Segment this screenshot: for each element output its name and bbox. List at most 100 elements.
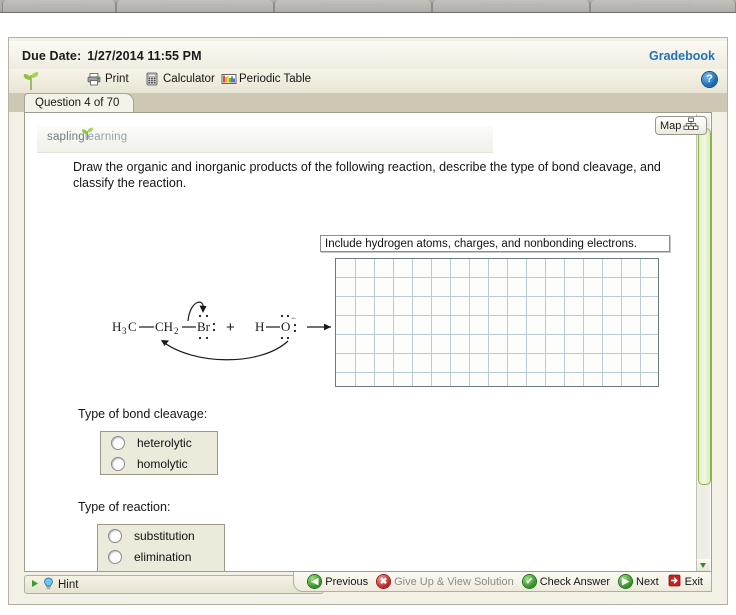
tab-question[interactable]: Question 4 of 70 — [24, 93, 135, 112]
grid-line-vertical — [526, 259, 527, 386]
due-date: Due Date: 1/27/2014 11:55 PM — [22, 49, 202, 63]
next-button[interactable]: ▶ Next — [619, 575, 659, 588]
question-tab-row: Question 4 of 70 — [9, 93, 727, 112]
svg-text:−: − — [291, 313, 296, 323]
window-header: Due Date: 1/27/2014 11:55 PM Gradebook — [9, 41, 727, 69]
radio-option-homolytic[interactable]: homolytic — [101, 453, 217, 474]
printer-icon — [87, 72, 101, 86]
chevron-down-icon — [700, 563, 706, 568]
check-answer-label: Check Answer — [539, 575, 611, 588]
hint-button[interactable]: Hint — [24, 575, 324, 594]
reaction-scheme: H 3 C CH 2 Br + H O − — [112, 301, 331, 361]
give-up-label: Give Up & View Solution — [394, 575, 514, 588]
toolbar-item-periodic-table[interactable]: Periodic Table — [221, 72, 311, 86]
site-map-icon — [683, 117, 699, 134]
toolbar-item-label: Periodic Table — [239, 73, 312, 85]
radio-label: elimination — [134, 549, 192, 564]
grid-line-vertical — [431, 259, 432, 386]
reaction-type-label: Type of reaction: — [78, 500, 171, 514]
grid-line-horizontal — [336, 296, 658, 297]
browser-tab[interactable] — [116, 0, 274, 12]
scrollbar-thumb[interactable] — [698, 128, 711, 485]
help-circle-icon[interactable] — [702, 71, 717, 87]
hint-label: Hint — [58, 578, 79, 591]
action-bar: Hint ◀ Previous ✖ Give Up & View Solutio… — [24, 572, 712, 594]
browser-tab[interactable] — [432, 0, 590, 12]
check-answer-button[interactable]: ✔ Check Answer — [522, 575, 611, 588]
svg-text:2: 2 — [174, 326, 179, 336]
grid-line-vertical — [488, 259, 489, 386]
svg-text:+: + — [226, 319, 235, 336]
next-label: Next — [636, 575, 659, 588]
svg-text:H: H — [112, 319, 121, 334]
browser-tab[interactable] — [2, 0, 116, 12]
map-button-label: Map — [660, 119, 682, 132]
window-footer — [9, 594, 727, 604]
reaction-type-group: substitution elimination addition — [97, 524, 225, 571]
browser-tab[interactable] — [590, 0, 736, 12]
radio-button[interactable] — [108, 528, 122, 543]
question-prompt: Draw the organic and inorganic products … — [73, 160, 661, 190]
lightbulb-icon — [43, 577, 54, 593]
grid-line-vertical — [621, 259, 622, 386]
radio-option-elimination[interactable]: elimination — [98, 546, 224, 567]
back-circle-icon: ◀ — [308, 575, 322, 588]
calculator-icon — [145, 72, 159, 86]
pane-scrollbar[interactable] — [696, 114, 711, 571]
previous-button[interactable]: ◀ Previous — [308, 575, 368, 588]
grid-line-vertical — [545, 259, 546, 386]
grid-line-vertical — [374, 259, 375, 386]
drawing-grid-canvas[interactable] — [335, 258, 659, 387]
svg-text:H: H — [255, 319, 264, 334]
radio-button[interactable] — [108, 549, 122, 564]
scroll-down-button[interactable] — [697, 559, 710, 571]
svg-text:3: 3 — [122, 326, 127, 336]
radio-option-heterolytic[interactable]: heterolytic — [101, 432, 217, 453]
svg-text:C: C — [128, 319, 137, 334]
grid-line-vertical — [564, 259, 565, 386]
reaction-arrow — [307, 323, 331, 331]
grid-line-vertical — [583, 259, 584, 386]
radio-label: homolytic — [137, 456, 188, 471]
grid-line-vertical — [393, 259, 394, 386]
previous-label: Previous — [325, 575, 369, 588]
exit-button[interactable]: Exit — [668, 574, 703, 590]
canvas-instruction: Include hydrogen atoms, charges, and non… — [320, 235, 670, 252]
toolbar-item-print[interactable]: Print — [87, 72, 129, 86]
grid-line-vertical — [602, 259, 603, 386]
assignment-window: Due Date: 1/27/2014 11:55 PM Gradebook P… — [8, 37, 728, 605]
leaf-icon — [80, 126, 95, 141]
grid-line-vertical — [355, 259, 356, 386]
toolbar-item-label: Calculator — [163, 73, 215, 85]
due-date-value: 1/27/2014 11:55 PM — [87, 49, 202, 63]
grid-line-horizontal — [336, 277, 658, 278]
bond-cleavage-label: Type of bond cleavage: — [78, 407, 208, 421]
exit-door-icon — [668, 574, 681, 590]
grid-line-vertical — [640, 259, 641, 386]
forward-circle-icon: ▶ — [619, 575, 633, 588]
grid-line-vertical — [507, 259, 508, 386]
expand-triangle-icon — [31, 579, 39, 591]
question-pane: Map saplinglearning Draw the organic and… — [24, 112, 712, 572]
radio-button[interactable] — [111, 435, 125, 450]
map-button[interactable]: Map — [655, 116, 707, 135]
page-background — [0, 13, 736, 37]
due-date-label: Due Date: — [22, 49, 82, 63]
radio-button[interactable] — [111, 456, 125, 471]
toolbar-item-label: Print — [105, 73, 129, 85]
browser-tab-strip — [0, 0, 736, 13]
sapling-leaf-icon — [21, 71, 41, 91]
radio-label: heterolytic — [137, 435, 192, 450]
gradebook-link[interactable]: Gradebook — [649, 49, 715, 63]
browser-tab[interactable] — [274, 0, 432, 12]
hydroxide-attack-arrow — [161, 340, 289, 361]
grid-line-horizontal — [336, 372, 658, 373]
give-up-button[interactable]: ✖ Give Up & View Solution — [377, 575, 514, 588]
grid-line-vertical — [469, 259, 470, 386]
toolbar-item-calculator[interactable]: Calculator — [145, 72, 215, 86]
radio-option-substitution[interactable]: substitution — [98, 525, 224, 546]
radio-label: substitution — [134, 528, 195, 543]
toolbar: Print Calculator Periodic Table ? — [9, 69, 727, 94]
cancel-circle-icon: ✖ — [377, 575, 391, 588]
sapling-banner: saplinglearning — [37, 126, 493, 153]
